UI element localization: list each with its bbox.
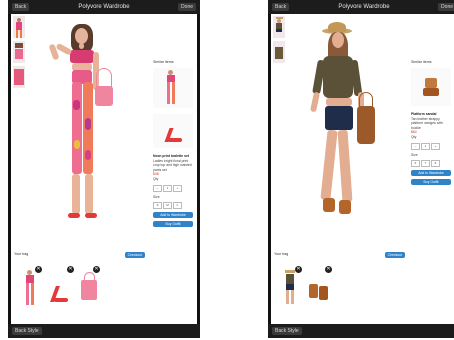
product-panel: Similar items Platform sandal Tan leathe…: [411, 60, 451, 188]
product-description: Ladies bright floral print crop top and …: [153, 158, 192, 172]
model-photo: [27, 20, 127, 270]
bag-label: Your bag: [14, 252, 29, 256]
remove-item-icon[interactable]: ✕: [67, 266, 74, 273]
bag-row: Your bag Checkout ✕ ✕ ✕: [11, 252, 197, 310]
pink-handbag: [95, 86, 113, 106]
bag-row: Your bag Checkout ✕ ✕: [271, 252, 454, 310]
qty-stepper[interactable]: −1 +: [153, 184, 193, 192]
screen-title: Polyvore Wardrobe: [338, 4, 390, 10]
content-screen: Similar items Platform sandal Tan leathe…: [271, 14, 454, 324]
bag-item-handbag[interactable]: ✕: [77, 266, 100, 306]
product-name: Neon print bralette set: [153, 154, 189, 158]
done-button[interactable]: Done: [178, 3, 196, 11]
checkout-button[interactable]: Checkout: [124, 252, 145, 258]
phone-left: Back Polyvore Wardrobe Done Similar item…: [8, 0, 200, 338]
bag-item-sandals[interactable]: ✕: [307, 266, 332, 306]
thumbnail-model-full[interactable]: [13, 16, 25, 38]
thumbnail-column: [273, 16, 285, 66]
content-screen: Similar items Neon print bralette set La…: [11, 14, 197, 324]
qty-label: Qty: [411, 134, 417, 139]
similar-item-outfit[interactable]: [153, 68, 193, 108]
phone-right: Back Polyvore Wardrobe Done Similar item…: [268, 0, 454, 338]
similar-item-heels[interactable]: [153, 114, 193, 148]
thumbnail-model-full[interactable]: [273, 16, 285, 38]
back-style-button[interactable]: Back Style: [272, 327, 302, 335]
thumbnail-model-pose2[interactable]: [273, 41, 285, 63]
bag-item-outfit[interactable]: ✕: [279, 266, 302, 306]
checkout-button[interactable]: Checkout: [384, 252, 405, 258]
size-selector[interactable]: SML: [153, 202, 193, 210]
bag-item-heels[interactable]: ✕: [47, 266, 74, 306]
product-panel: Similar items Neon print bralette set La…: [153, 60, 193, 230]
qty-label: Qty: [153, 176, 159, 181]
bag-item-outfit[interactable]: ✕: [19, 266, 42, 306]
size-label: Size: [153, 194, 160, 199]
add-to-wardrobe-button[interactable]: Add to Wardrobe: [411, 170, 451, 177]
back-style-button[interactable]: Back Style: [12, 327, 42, 335]
screen-title: Polyvore Wardrobe: [78, 4, 130, 10]
top-nav-bar: Back Polyvore Wardrobe Done: [268, 0, 454, 14]
size-selector[interactable]: 678: [411, 160, 451, 168]
thumbnail-model-pose3[interactable]: [13, 66, 25, 88]
bag-label: Your bag: [274, 252, 289, 256]
bottom-bar: Back Style: [268, 324, 454, 338]
buy-outfit-button[interactable]: Buy Outfit: [411, 179, 451, 186]
done-button[interactable]: Done: [438, 3, 454, 11]
thumbnail-column: [13, 16, 25, 91]
product-description: Tan leather strappy platform wedges with…: [411, 116, 443, 130]
qty-stepper[interactable]: −1 +: [411, 142, 451, 150]
remove-item-icon[interactable]: ✕: [325, 266, 332, 273]
brown-handbag: [357, 106, 375, 144]
panel-title: Similar items: [411, 60, 432, 64]
remove-item-icon[interactable]: ✕: [295, 266, 302, 273]
thumbnail-model-pose2[interactable]: [13, 41, 25, 63]
size-label: Size: [411, 152, 418, 157]
buy-outfit-button[interactable]: Buy Outfit: [153, 221, 193, 228]
remove-item-icon[interactable]: ✕: [35, 266, 42, 273]
add-to-wardrobe-button[interactable]: Add to Wardrobe: [153, 212, 193, 219]
panel-title: Similar items: [153, 60, 174, 64]
top-nav-bar: Back Polyvore Wardrobe Done: [8, 0, 200, 14]
remove-item-icon[interactable]: ✕: [93, 266, 100, 273]
bottom-bar: Back Style: [8, 324, 200, 338]
similar-item-sandal[interactable]: [411, 68, 451, 106]
model-photo: [295, 20, 395, 270]
